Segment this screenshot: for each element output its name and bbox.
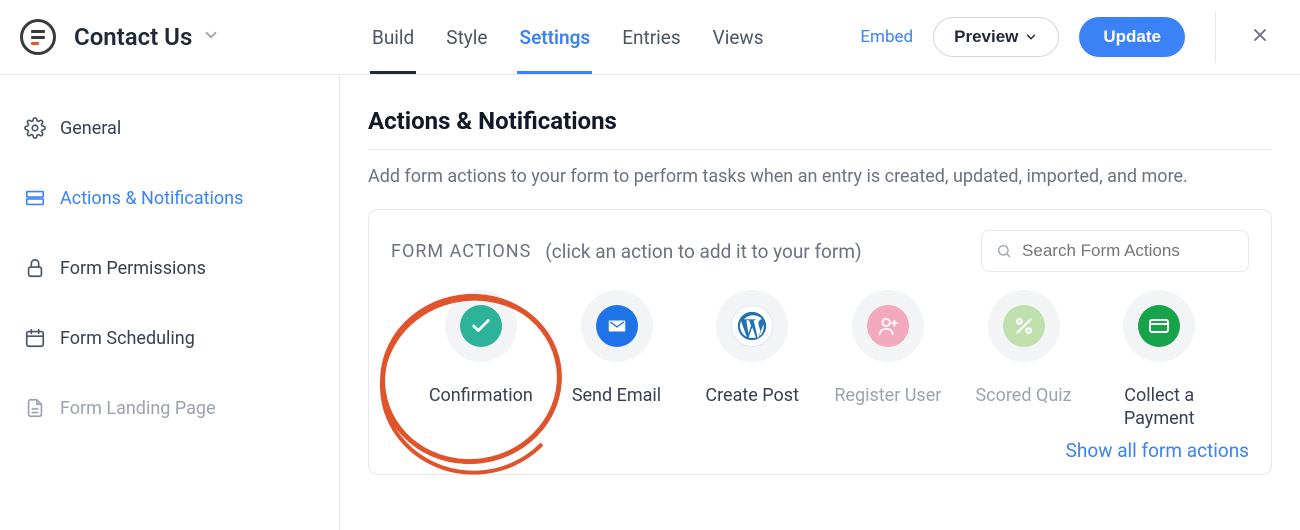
chevron-down-icon (1024, 30, 1038, 44)
mail-icon (596, 305, 638, 347)
user-plus-icon (867, 305, 909, 347)
sidebar-item-general[interactable]: General (0, 93, 339, 163)
form-title: Contact Us (74, 23, 192, 51)
actions-grid: Confirmation Send Email Create Post (391, 290, 1249, 431)
calendar-icon (24, 327, 46, 349)
sidebar-item-label: Form Scheduling (60, 328, 195, 349)
embed-link[interactable]: Embed (860, 27, 913, 47)
sidebar-item-label: General (60, 118, 121, 139)
action-label: Send Email (572, 384, 661, 407)
sidebar-item-label: Actions & Notifications (60, 188, 243, 209)
percent-icon (1003, 305, 1045, 347)
search-input[interactable] (1022, 241, 1234, 261)
tab-views[interactable]: Views (711, 0, 766, 74)
action-collect-payment[interactable]: Collect a Payment (1091, 290, 1227, 431)
close-icon (1250, 25, 1270, 45)
app-logo (20, 19, 56, 55)
search-icon (996, 242, 1012, 260)
gear-icon (24, 117, 46, 139)
action-label: Register User (834, 384, 941, 407)
sidebar-item-label: Form Permissions (60, 258, 206, 279)
show-all-actions-link[interactable]: Show all form actions (1066, 439, 1249, 462)
tab-style[interactable]: Style (444, 0, 489, 74)
sidebar-item-scheduling[interactable]: Form Scheduling (0, 303, 339, 373)
main-tabs: Build Style Settings Entries Views (370, 0, 766, 74)
form-actions-hint: (click an action to add it to your form) (545, 240, 861, 263)
page-icon (24, 397, 46, 419)
credit-card-icon (1138, 305, 1180, 347)
form-actions-panel: FORM ACTIONS (click an action to add it … (368, 209, 1272, 475)
close-button[interactable] (1244, 17, 1276, 57)
sidebar-item-label: Form Landing Page (60, 398, 216, 419)
stack-icon (24, 187, 46, 209)
form-switcher-chevron-icon[interactable] (202, 26, 220, 48)
preview-label: Preview (954, 27, 1018, 47)
tab-entries[interactable]: Entries (620, 0, 682, 74)
action-scored-quiz[interactable]: Scored Quiz (956, 290, 1092, 431)
search-form-actions[interactable] (981, 230, 1249, 272)
top-bar: Contact Us Build Style Settings Entries … (0, 0, 1300, 75)
sidebar-item-landing-page[interactable]: Form Landing Page (0, 373, 339, 443)
form-actions-heading: FORM ACTIONS (391, 241, 531, 262)
tab-build[interactable]: Build (370, 0, 416, 74)
wordpress-icon (731, 305, 773, 347)
page-description: Add form actions to your form to perform… (368, 166, 1272, 187)
divider (1215, 11, 1216, 63)
action-confirmation[interactable]: Confirmation (413, 290, 549, 431)
update-button[interactable]: Update (1079, 17, 1185, 57)
sidebar-item-permissions[interactable]: Form Permissions (0, 233, 339, 303)
action-register-user[interactable]: Register User (820, 290, 956, 431)
action-label: Collect a Payment (1091, 384, 1227, 431)
main-content: Actions & Notifications Add form actions… (340, 75, 1300, 530)
page-title: Actions & Notifications (368, 107, 1272, 150)
action-send-email[interactable]: Send Email (549, 290, 685, 431)
sidebar-item-actions-notifications[interactable]: Actions & Notifications (0, 163, 339, 233)
lock-icon (24, 257, 46, 279)
check-icon (460, 305, 502, 347)
settings-sidebar: General Actions & Notifications Form Per… (0, 75, 340, 530)
tab-settings[interactable]: Settings (517, 0, 592, 74)
action-create-post[interactable]: Create Post (684, 290, 820, 431)
preview-button[interactable]: Preview (933, 17, 1059, 57)
action-label: Confirmation (429, 384, 533, 407)
action-label: Scored Quiz (975, 384, 1071, 407)
action-label: Create Post (705, 384, 799, 407)
